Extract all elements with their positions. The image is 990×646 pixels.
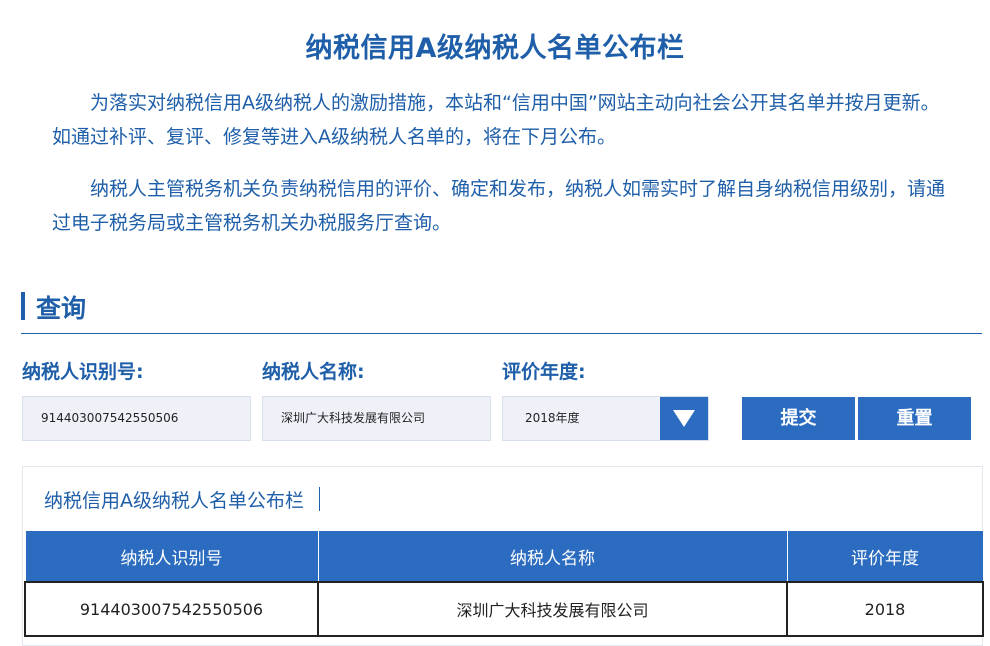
section-marker [21,292,25,320]
section-divider [21,333,982,334]
query-section-title: 查询 [36,294,87,323]
results-title: 纳税信用A级纳税人名单公布栏 [44,490,304,512]
cell-taxpayer-name: 深圳广大科技发展有限公司 [317,581,788,637]
table-header-row: 纳税人识别号 纳税人名称 评价年度 [24,530,984,583]
column-header-year: 评价年度 [786,530,984,583]
intro-paragraph-1: 为落实对纳税信用A级纳税人的激励措施，本站和“信用中国”网站主动向社会公开其名单… [52,92,940,148]
intro-paragraph-2: 纳税人主管税务机关负责纳税信用的评价、确定和发布，纳税人如需实时了解自身纳税信用… [52,178,946,234]
column-header-taxpayer-id: 纳税人识别号 [24,530,319,583]
page-title: 纳税信用A级纳税人名单公布栏 [305,33,685,64]
taxpayer-id-label: 纳税人识别号: [22,361,144,383]
cell-year: 2018 [786,581,984,637]
taxpayer-name-input[interactable]: 深圳广大科技发展有限公司 [262,396,491,441]
cell-taxpayer-id: 914403007542550506 [24,581,319,637]
table-row: 914403007542550506 深圳广大科技发展有限公司 2018 [24,581,984,637]
submit-button[interactable]: 提交 [742,397,855,440]
taxpayer-name-label: 纳税人名称: [262,361,365,383]
results-table: 纳税人识别号 纳税人名称 评价年度 914403007542550506 深圳广… [24,530,984,637]
taxpayer-id-input[interactable]: 914403007542550506 [22,396,251,441]
reset-button[interactable]: 重置 [858,397,971,440]
evaluation-year-label: 评价年度: [502,361,586,383]
text-cursor [319,487,320,511]
column-header-taxpayer-name: 纳税人名称 [317,530,788,583]
year-select-toggle[interactable] [660,397,708,440]
triangle-down-icon [673,410,695,427]
